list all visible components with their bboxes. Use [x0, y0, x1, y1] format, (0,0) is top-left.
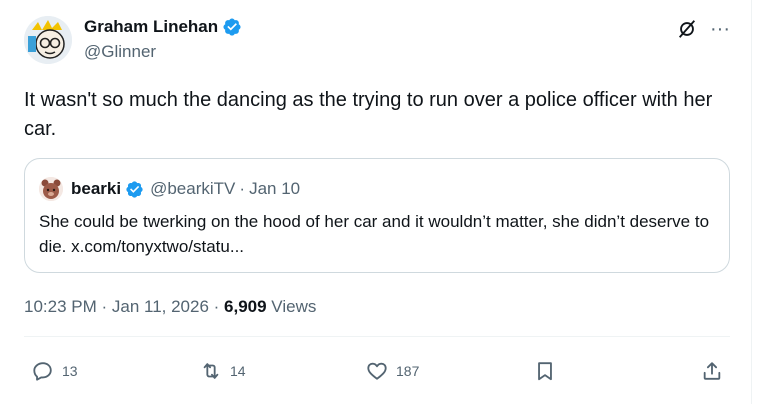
divider [24, 336, 730, 337]
bookmark-button[interactable] [534, 360, 556, 382]
views-label: Views [266, 297, 317, 316]
author-name[interactable]: Graham Linehan [84, 17, 218, 37]
quoted-tweet-card[interactable]: bearki @bearkiTV · Jan 10 She could be t… [24, 158, 730, 273]
tweet-date[interactable]: Jan 11, 2026 [112, 297, 209, 317]
quoted-author-handle: @bearkiTV [150, 179, 236, 198]
reply-count: 13 [62, 363, 78, 379]
repost-icon [203, 363, 219, 379]
quoted-tweet-text: She could be twerking on the hood of her… [39, 212, 710, 256]
author-avatar[interactable] [24, 16, 72, 64]
frame-edge [751, 0, 752, 404]
author-name-row: Graham Linehan [84, 16, 242, 38]
more-options-icon[interactable]: ··· [710, 18, 730, 40]
quoted-date: Jan 10 [249, 179, 301, 198]
share-icon [703, 362, 721, 380]
bookmark-icon [538, 362, 552, 381]
reply-icon [33, 362, 52, 381]
quoted-author-avatar[interactable] [39, 177, 63, 201]
repost-count: 14 [230, 363, 246, 379]
header-actions: ··· [676, 18, 730, 40]
tweet-time[interactable]: 10:23 PM [24, 297, 97, 317]
share-button[interactable] [701, 360, 723, 382]
tweet-meta: 10:23 PM · Jan 11, 2026 · 6,909 Views [24, 297, 316, 317]
author-handle[interactable]: @Glinner [84, 42, 156, 62]
reply-button[interactable]: 13 [32, 360, 78, 382]
grok-icon[interactable] [676, 18, 698, 40]
like-count: 187 [396, 363, 420, 379]
quoted-tweet-header: bearki @bearkiTV · Jan 10 [39, 177, 300, 201]
meta-separator: · [96, 297, 112, 316]
heart-icon [367, 362, 387, 380]
verified-badge-icon [223, 18, 241, 36]
views-count: 6,909 [224, 297, 267, 316]
quoted-verified-badge-icon [126, 180, 143, 198]
tweet-text: It wasn't so much the dancing as the try… [24, 89, 713, 140]
meta-separator: · [208, 297, 225, 316]
repost-button[interactable]: 14 [200, 360, 246, 382]
quoted-author-name: bearki [71, 179, 122, 198]
quoted-separator: · [239, 179, 246, 198]
like-button[interactable]: 187 [366, 360, 419, 382]
action-bar: 13 14 187 [0, 360, 768, 388]
